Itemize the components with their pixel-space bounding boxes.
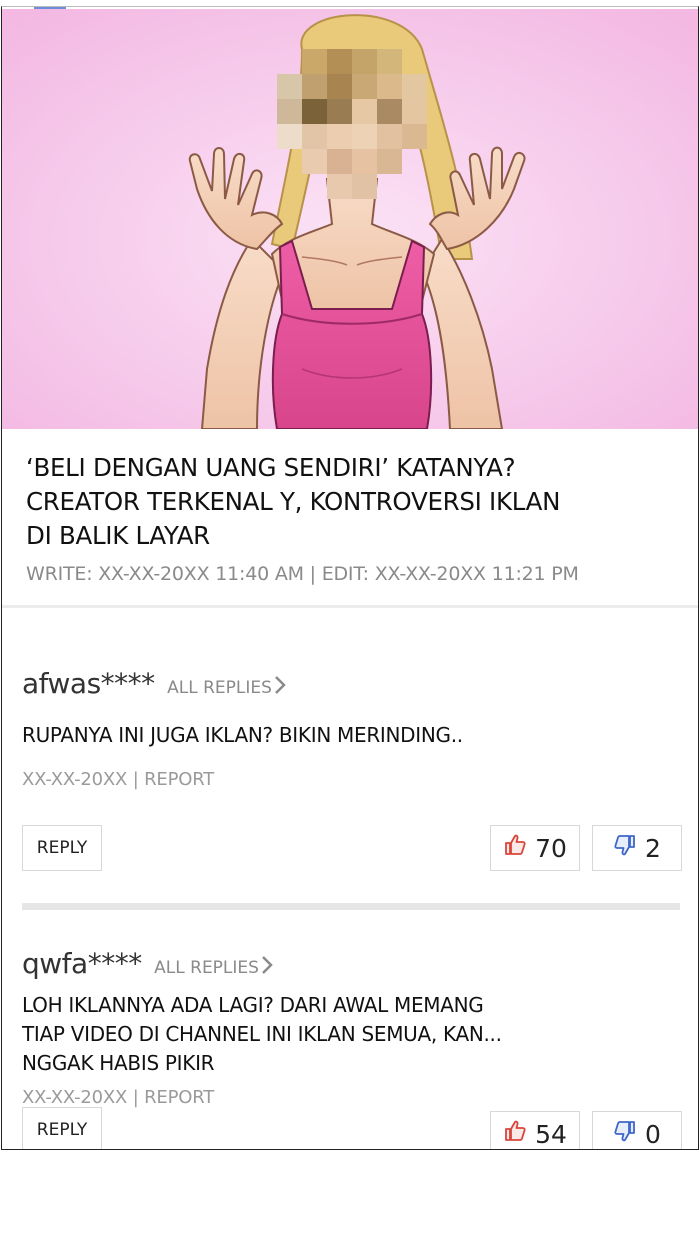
comment-text-line: TIAP VIDEO DI CHANNEL INI IKLAN SEMUA, K… — [22, 1022, 502, 1046]
comment-date-report[interactable]: XX-XX-20XX | REPORT — [22, 1087, 682, 1108]
all-replies-link[interactable]: ALL REPLIES — [154, 955, 273, 980]
reply-button[interactable]: REPLY — [22, 825, 102, 871]
article-meta: WRITE: XX-XX-20XX 11:40 AM | EDIT: XX-XX… — [26, 563, 579, 585]
dislike-button[interactable]: 0 — [592, 1111, 682, 1149]
thumbs-up-icon — [503, 1119, 527, 1149]
dislike-button[interactable]: 2 — [592, 825, 682, 871]
comment-item: afwas**** ALL REPLIES — [22, 667, 682, 700]
like-button[interactable]: 54 — [490, 1111, 580, 1149]
like-count: 70 — [535, 833, 567, 863]
all-replies-label: ALL REPLIES — [167, 678, 272, 698]
headline-line: ‘BELI DENGAN UANG SENDIRI’ KATANYA? — [26, 453, 516, 482]
all-replies-label: ALL REPLIES — [154, 958, 259, 978]
content-card: ‘BELI DENGAN UANG SENDIRI’ KATANYA? CREA… — [1, 6, 699, 1150]
comment-text: RUPANYA INI JUGA IKLAN? BIKIN MERINDING.… — [22, 721, 682, 750]
headline-line: CREATOR TERKENAL Y, KONTROVERSI IKLAN — [26, 487, 561, 516]
comment-username[interactable]: qwfa**** — [22, 947, 142, 980]
comment-username[interactable]: afwas**** — [22, 667, 155, 700]
reply-button[interactable]: REPLY — [22, 1107, 102, 1149]
chevron-right-icon — [261, 955, 273, 980]
comment-text-line: NGGAK HABIS PIKIR — [22, 1051, 215, 1075]
comment-text-line: RUPANYA INI JUGA IKLAN? BIKIN MERINDING.… — [22, 723, 463, 747]
hero-illustration — [2, 9, 698, 429]
dislike-count: 0 — [645, 1119, 661, 1149]
like-button[interactable]: 70 — [490, 825, 580, 871]
comment-text: LOH IKLANNYA ADA LAGI? DARI AWAL MEMANG … — [22, 991, 682, 1078]
thumbs-up-icon — [503, 833, 527, 863]
comment-text-line: LOH IKLANNYA ADA LAGI? DARI AWAL MEMANG — [22, 993, 484, 1017]
comment-date-report[interactable]: XX-XX-20XX | REPORT — [22, 769, 682, 790]
thumbs-down-icon — [613, 1119, 637, 1149]
chevron-right-icon — [274, 675, 286, 700]
dislike-count: 2 — [645, 833, 661, 863]
comment-item: qwfa**** ALL REPLIES — [22, 947, 682, 980]
article-headline: ‘BELI DENGAN UANG SENDIRI’ KATANYA? CREA… — [26, 451, 676, 553]
thumbs-down-icon — [613, 833, 637, 863]
section-divider — [2, 605, 698, 608]
headline-line: DI BALIK LAYAR — [26, 521, 210, 550]
like-count: 54 — [535, 1119, 567, 1149]
comment-separator — [22, 903, 680, 910]
all-replies-link[interactable]: ALL REPLIES — [167, 675, 286, 700]
